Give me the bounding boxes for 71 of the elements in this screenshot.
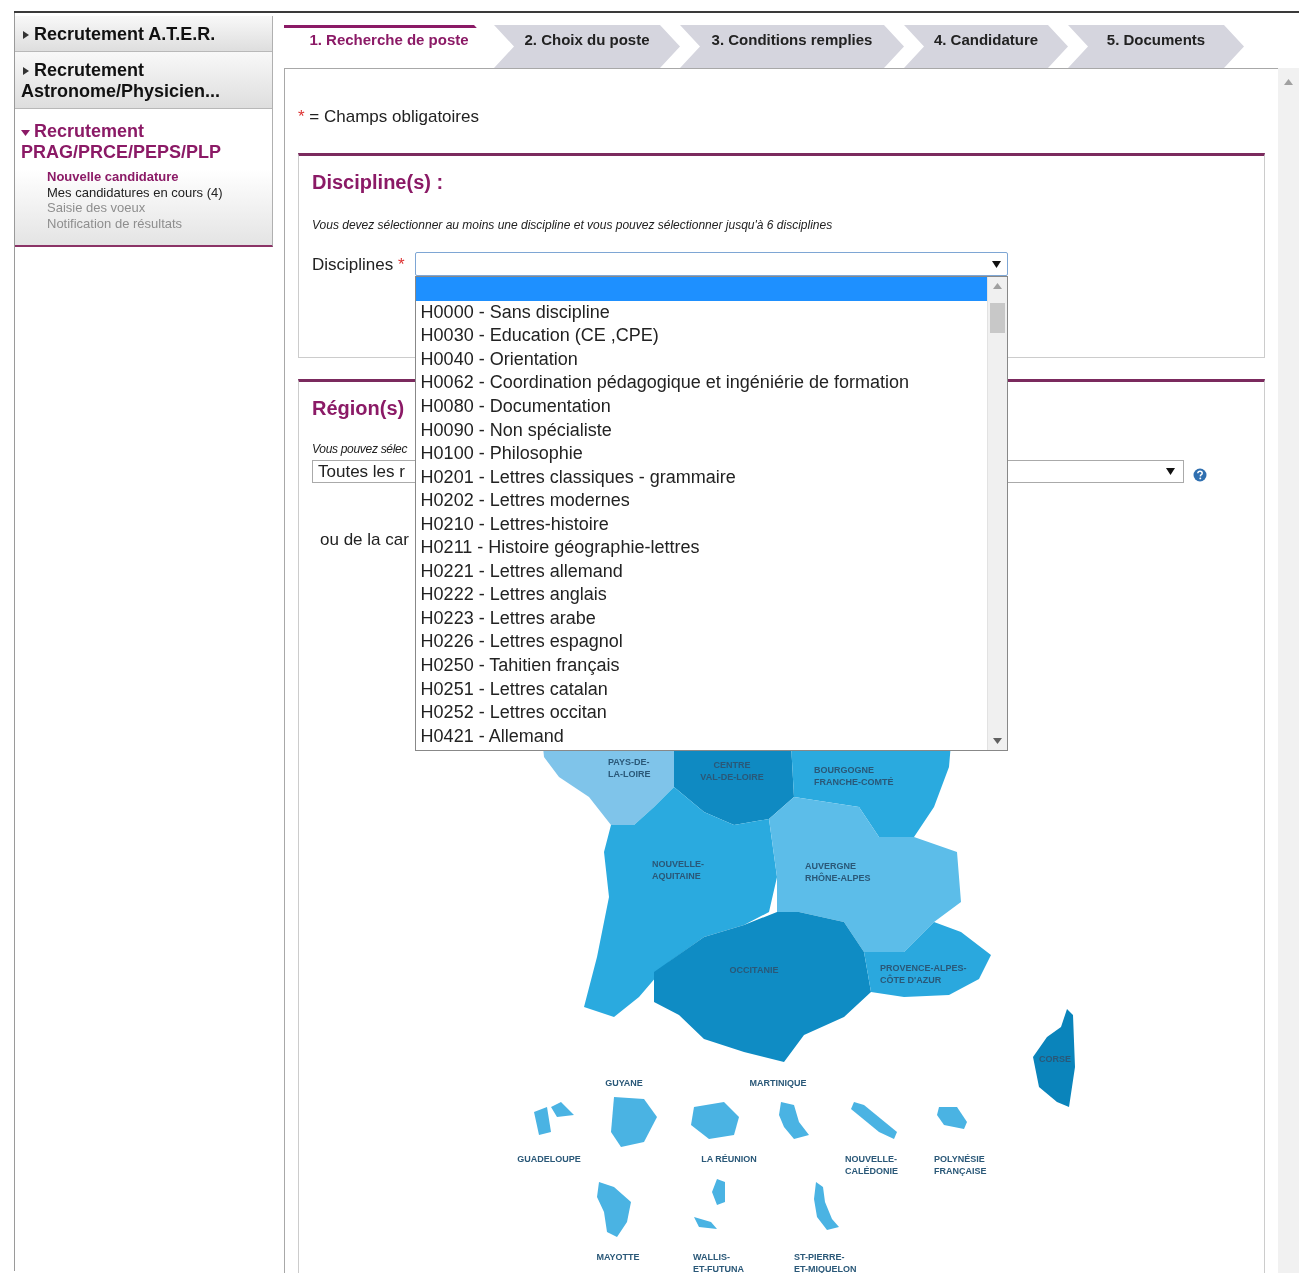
help-icon[interactable]: [1193, 467, 1207, 482]
sidebar-item[interactable]: Recrutement Astronome/Physicien...: [15, 52, 272, 109]
region-label: BOURGOGNE FRANCHE-COMTÉ: [814, 764, 894, 787]
map-caption: ou de la car: [320, 529, 409, 551]
region-label: POLYNÉSIE FRANÇAISE: [934, 1153, 987, 1176]
step-tab[interactable]: 2. Choix du poste: [494, 25, 680, 68]
caret-right-icon: [21, 30, 30, 40]
dropdown-option[interactable]: H0000 - Sans discipline: [415, 300, 987, 325]
region-label: AUVERGNE RHÔNE-ALPES: [805, 860, 871, 883]
dropdown-field[interactable]: [414, 252, 1008, 277]
dropdown-option[interactable]: H0040 - Orientation: [415, 347, 987, 372]
dropdown-option[interactable]: H0210 - Lettres-histoire: [415, 512, 987, 537]
map-region[interactable]: [584, 786, 777, 1017]
map-region[interactable]: [1033, 1008, 1075, 1107]
scroll-thumb[interactable]: [989, 303, 1005, 334]
region-label: CORSE: [1039, 1053, 1071, 1064]
sidebar-item[interactable]: Recrutement A.T.E.R.: [15, 16, 272, 52]
dropdown-option[interactable]: H0202 - Lettres modernes: [415, 489, 987, 513]
caret-down-icon: [1166, 468, 1175, 475]
caret-right-icon: [21, 66, 30, 76]
dropdown-option[interactable]: H0211 - Histoire géographie-lettres: [415, 536, 987, 560]
submenu-link[interactable]: Mes candidatures en cours (4): [47, 184, 272, 200]
map-region[interactable]: [769, 796, 961, 952]
dropdown-option[interactable]: H0062 - Coordination pédagogique et ingéniérie de formation: [415, 371, 987, 395]
dropdown-option[interactable]: H0090 - Non spécialiste: [415, 418, 987, 443]
region-label: MARTINIQUE: [749, 1077, 807, 1088]
dropdown-option[interactable]: H0251 - Lettres catalan: [415, 677, 987, 702]
dropdown-option[interactable]: H0080 - Documentation: [415, 395, 987, 419]
region-label: PAYS-DE- LA-LOIRE: [608, 756, 651, 779]
scroll-down-icon[interactable]: [992, 738, 1002, 745]
step-tab[interactable]: 3. Conditions remplies: [680, 25, 904, 68]
submenu-link: Saisie des voeux: [47, 200, 147, 216]
map-region[interactable]: [654, 911, 871, 1062]
dropdown-option[interactable]: H0201 - Lettres classiques - grammaire: [415, 465, 987, 490]
caret-down-icon: [991, 260, 1001, 268]
region-label: LA RÉUNION: [701, 1153, 757, 1164]
dropdown-option[interactable]: H0221 - Lettres allemand: [415, 559, 987, 584]
scrollbar[interactable]: [1278, 68, 1299, 1273]
hint-text: Vous pouvez sélec: [312, 441, 408, 458]
region-label: MAYOTTE: [596, 1251, 640, 1262]
field-label: Disciplines *: [312, 253, 405, 276]
caret-down-icon: [21, 127, 30, 137]
section-title: Discipline(s) :: [312, 169, 444, 194]
map-region[interactable]: [864, 921, 991, 997]
region-label: OCCITANIE: [729, 964, 779, 975]
scrollbar[interactable]: [986, 277, 1007, 751]
region-label: NOUVELLE- AQUITAINE: [652, 858, 704, 881]
step-tab[interactable]: 5. Documents: [1068, 25, 1244, 68]
dropdown-option[interactable]: H0250 - Tahitien français: [415, 654, 987, 678]
dropdown-option[interactable]: H0226 - Lettres espagnol: [415, 630, 987, 654]
region-label: GUYANE: [605, 1077, 643, 1088]
region-label: GUADELOUPE: [517, 1153, 581, 1164]
required-fields-note: * = Champs obligatoires: [298, 106, 479, 128]
region-label: CENTRE VAL-DE-LOIRE: [700, 759, 764, 782]
dropdown-option[interactable]: H0222 - Lettres anglais: [415, 583, 987, 607]
hint-text: Vous devez sélectionner au moins une discipline et vous pouvez sélectionner jusqu'à 6 disciplines: [312, 216, 833, 234]
dropdown-option[interactable]: H0223 - Lettres arabe: [415, 606, 987, 631]
region-label: ST-PIERRE- ET-MIQUELON: [794, 1251, 857, 1273]
submenu-link: Notification de résultats: [47, 215, 184, 231]
region-label: NOUVELLE- CALÉDONIE: [845, 1153, 898, 1176]
dropdown-option[interactable]: H0421 - Allemand: [415, 724, 987, 749]
scroll-up-icon[interactable]: [992, 283, 1002, 290]
dropdown-option[interactable]: H0252 - Lettres occitan: [415, 701, 987, 725]
dropdown-option[interactable]: H0100 - Philosophie: [415, 442, 987, 466]
dropdown-option[interactable]: H0030 - Education (CE ,CPE): [415, 324, 987, 348]
step-tab[interactable]: 4. Candidature: [904, 25, 1068, 68]
region-label: WALLIS- ET-FUTUNA: [693, 1251, 744, 1273]
region-label: PROVENCE-ALPES- CÔTE D'AZUR: [880, 962, 967, 985]
submenu-link[interactable]: Nouvelle candidature: [47, 169, 272, 185]
scroll-up-icon[interactable]: [1284, 79, 1293, 85]
section-title: Région(s): [312, 396, 405, 420]
